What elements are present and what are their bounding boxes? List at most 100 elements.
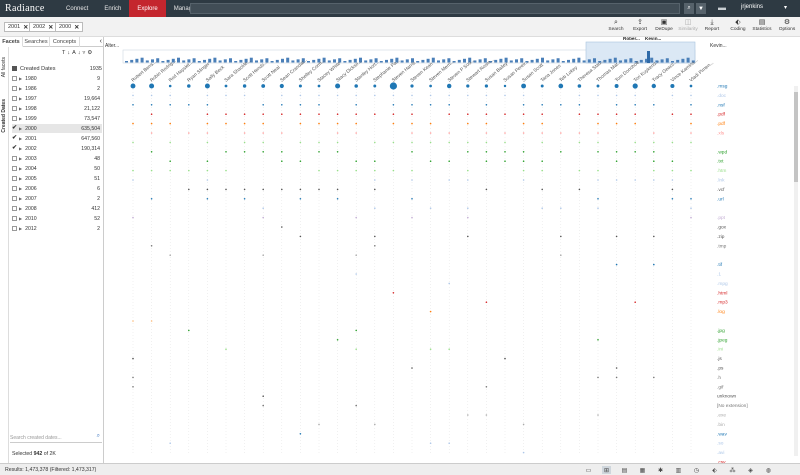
matrix-dot[interactable] <box>169 160 171 162</box>
expand-icon[interactable]: ▶ <box>19 76 22 81</box>
matrix-dot[interactable] <box>467 94 469 97</box>
matrix-dot[interactable] <box>541 141 543 144</box>
row-label[interactable]: .jpeg <box>717 337 728 343</box>
overview-bar[interactable] <box>197 61 201 63</box>
matrix-dot[interactable] <box>690 132 692 134</box>
matrix-dot[interactable] <box>389 82 397 90</box>
matrix-dot[interactable] <box>615 160 618 162</box>
overview-bar[interactable] <box>208 58 212 63</box>
matrix-dot[interactable] <box>670 83 675 89</box>
matrix-dot[interactable] <box>132 386 134 388</box>
facet-checkbox[interactable] <box>12 86 17 91</box>
row-label[interactable]: .doc <box>717 93 727 99</box>
matrix-dot[interactable] <box>671 160 674 162</box>
overview-bar[interactable] <box>442 59 446 63</box>
matrix-dot[interactable] <box>225 188 227 191</box>
matrix-dot[interactable] <box>541 104 543 106</box>
matrix-dot[interactable] <box>467 169 469 172</box>
matrix-dot[interactable] <box>485 188 488 191</box>
matrix-dot[interactable] <box>578 94 581 97</box>
matrix-dot[interactable] <box>615 235 618 238</box>
expand-icon[interactable]: ▶ <box>19 136 22 141</box>
matrix-dot[interactable] <box>504 132 506 134</box>
matrix-dot[interactable] <box>467 151 469 153</box>
matrix-dot[interactable] <box>597 207 599 209</box>
row-label[interactable]: .ini <box>717 347 723 353</box>
row-label[interactable]: .h <box>717 375 721 381</box>
matrix-dot[interactable] <box>318 188 320 191</box>
matrix-dot[interactable] <box>318 113 320 115</box>
matrix-dot[interactable] <box>503 84 507 88</box>
matrix-dot[interactable] <box>448 113 451 115</box>
facet-checkbox[interactable] <box>12 176 17 181</box>
matrix-dot[interactable] <box>467 207 469 209</box>
matrix-dot[interactable] <box>690 113 692 115</box>
matrix-dot[interactable] <box>634 113 636 115</box>
matrix-dot[interactable] <box>355 122 357 125</box>
matrix-dot[interactable] <box>392 292 395 294</box>
matrix-dot[interactable] <box>281 132 283 134</box>
report-button[interactable]: ⤓ Report <box>701 19 723 35</box>
overview-bar[interactable] <box>421 59 425 63</box>
facet-checkbox[interactable] <box>12 76 17 81</box>
matrix-dot[interactable] <box>150 245 153 247</box>
cluster-view-icon[interactable]: ⁂ <box>728 466 737 474</box>
matrix-dot[interactable] <box>560 132 562 134</box>
matrix-dot[interactable] <box>504 141 506 144</box>
row-label[interactable]: .js <box>717 356 722 362</box>
row-label[interactable]: .vcf <box>717 187 725 193</box>
filter-icon[interactable]: ▼ <box>696 3 706 14</box>
matrix-dot[interactable] <box>690 104 692 106</box>
matrix-dot[interactable] <box>467 414 469 416</box>
network-view-icon[interactable]: ✱ <box>656 466 665 474</box>
overview-bar[interactable] <box>312 59 316 63</box>
matrix-dot[interactable] <box>206 94 209 97</box>
overview-bar[interactable] <box>275 59 279 63</box>
matrix-dot[interactable] <box>484 84 489 88</box>
matrix-dot[interactable] <box>577 84 582 88</box>
matrix-dot[interactable] <box>392 94 395 97</box>
matrix-dot[interactable] <box>504 151 506 153</box>
tab-searches[interactable]: Searches <box>23 37 50 47</box>
overview-bar[interactable] <box>509 60 513 63</box>
matrix-dot[interactable] <box>597 113 599 115</box>
matrix-dot[interactable] <box>429 104 432 106</box>
matrix-dot[interactable] <box>597 132 599 134</box>
matrix-dot[interactable] <box>560 235 562 238</box>
matrix-dot[interactable] <box>132 94 134 97</box>
matrix-dot[interactable] <box>225 348 227 351</box>
matrix-dot[interactable] <box>541 207 543 209</box>
facet-row[interactable]: ▶ 2006 6 <box>12 184 102 193</box>
matrix-dot[interactable] <box>243 141 246 144</box>
matrix-dot[interactable] <box>485 132 488 134</box>
matrix-dot[interactable] <box>355 169 357 172</box>
matrix-dot[interactable] <box>690 198 692 200</box>
matrix-dot[interactable] <box>262 151 264 153</box>
matrix-dot[interactable] <box>429 442 432 445</box>
tab-all-facets[interactable]: All facets <box>1 57 7 77</box>
matrix-dot[interactable] <box>169 94 171 97</box>
matrix-dot[interactable] <box>690 122 692 125</box>
matrix-dot[interactable] <box>281 160 283 162</box>
matrix-dot[interactable] <box>150 132 153 134</box>
overview-bar[interactable] <box>437 60 440 63</box>
matrix-dot[interactable] <box>206 104 209 106</box>
row-label[interactable]: .msg <box>717 85 728 90</box>
facet-row[interactable]: ▶ 2008 412 <box>12 204 102 213</box>
overview-bar[interactable] <box>182 60 186 63</box>
matrix-dot[interactable] <box>632 83 638 89</box>
matrix-dot[interactable] <box>560 151 562 153</box>
chevron-down-icon[interactable]: ▾ <box>784 4 787 11</box>
row-label[interactable]: .nsf <box>717 102 725 108</box>
expand-icon[interactable]: ▶ <box>19 176 22 181</box>
matrix-dot[interactable] <box>448 104 451 106</box>
row-label[interactable]: .ppt <box>717 215 726 221</box>
overview-bar[interactable] <box>561 61 565 63</box>
matrix-dot[interactable] <box>560 254 562 256</box>
facet-checkbox[interactable] <box>12 96 17 101</box>
overview-bar[interactable] <box>223 59 227 63</box>
matrix-dot[interactable] <box>690 94 692 97</box>
matrix-dot[interactable] <box>671 113 674 115</box>
overview-bar[interactable] <box>681 58 685 63</box>
overview-bar[interactable] <box>156 58 160 63</box>
